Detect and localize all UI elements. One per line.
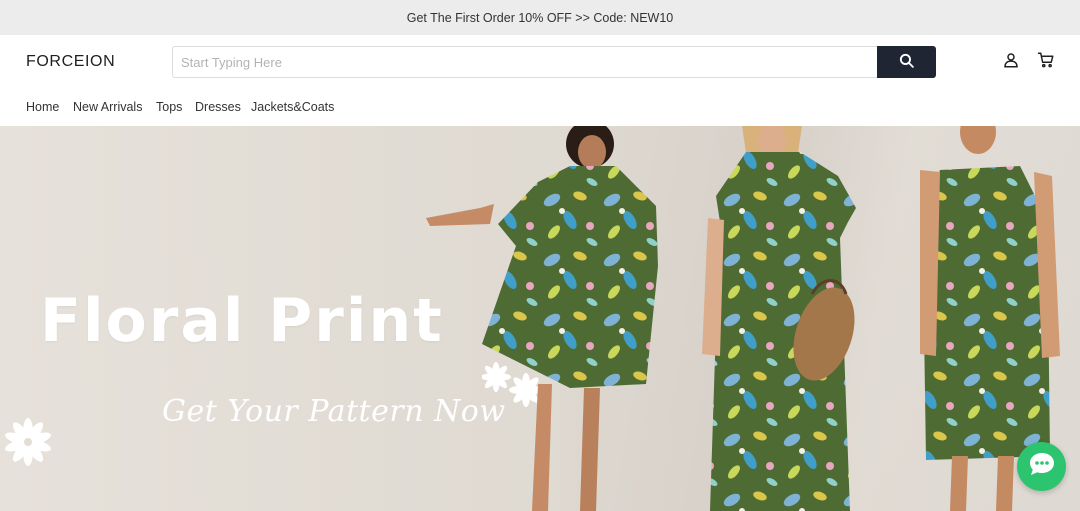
nav-item-new-arrivals[interactable]: New Arrivals [73, 100, 142, 114]
site-logo[interactable]: FORCEION [26, 53, 115, 71]
promo-text[interactable]: Get The First Order 10% OFF >> Code: NEW… [407, 11, 674, 25]
search-bar [172, 46, 936, 78]
nav-item-dresses[interactable]: Dresses [195, 100, 241, 114]
main-nav: Home New Arrivals Tops Dresses Jackets&C… [0, 90, 1080, 126]
chat-button[interactable] [1017, 442, 1066, 491]
promo-bar: Get The First Order 10% OFF >> Code: NEW… [0, 0, 1080, 35]
account-button[interactable] [1001, 52, 1021, 72]
nav-item-tops[interactable]: Tops [156, 100, 182, 114]
hero-title: Floral Print [40, 286, 444, 356]
nav-item-home[interactable]: Home [26, 100, 59, 114]
model-1 [426, 126, 658, 511]
site-header: FORCEION [0, 35, 1080, 90]
nav-item-jackets-coats[interactable]: Jackets&Coats [251, 100, 334, 114]
hero-banner[interactable]: Floral Print Get Your Pattern Now [0, 126, 1080, 511]
cart-button[interactable] [1036, 52, 1056, 72]
cart-icon [1037, 51, 1055, 74]
search-input[interactable] [172, 46, 877, 78]
user-icon [1002, 51, 1020, 74]
model-2 [702, 126, 856, 511]
chat-bubble-icon [1028, 451, 1056, 482]
hero-subtitle: Get Your Pattern Now [162, 394, 506, 429]
flower-decoration-icon [5, 418, 51, 466]
search-icon [898, 52, 915, 72]
hero-models-image [426, 126, 1060, 511]
search-button[interactable] [877, 46, 936, 78]
